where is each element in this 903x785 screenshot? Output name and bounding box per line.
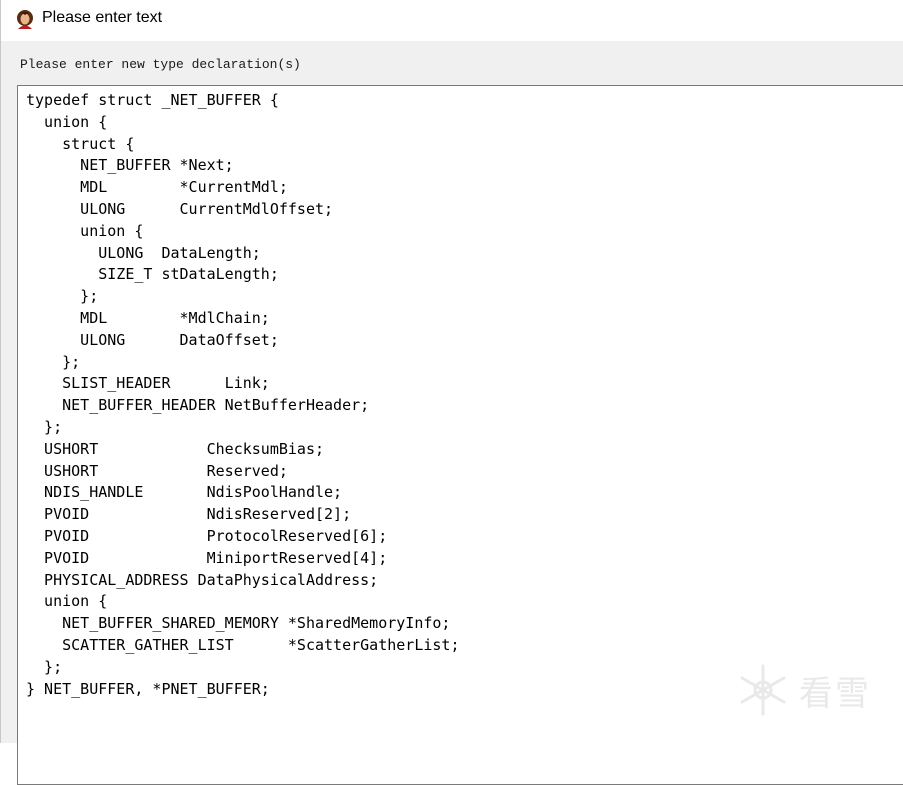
window-title: Please enter text	[42, 9, 163, 26]
code-line: SIZE_T stDataLength;	[26, 265, 279, 284]
code-line: PHYSICAL_ADDRESS DataPhysicalAddress;	[26, 570, 379, 589]
user-avatar-icon	[15, 9, 35, 29]
code-line: struct {	[26, 134, 135, 153]
title-bar[interactable]: Please enter text	[1, 0, 903, 40]
input-dialog-window: Please enter text Please enter new type …	[0, 0, 903, 785]
code-line: } NET_BUFFER, *PNET_BUFFER;	[26, 679, 270, 698]
code-line: MDL *MdlChain;	[26, 308, 270, 327]
prompt-label: Please enter new type declaration(s)	[20, 57, 301, 72]
code-line: };	[26, 657, 63, 676]
snowflake-logo-icon	[740, 664, 786, 716]
kanxue-watermark: 看雪	[733, 660, 893, 720]
code-line: typedef struct _NET_BUFFER {	[26, 91, 279, 109]
code-line: union {	[26, 592, 108, 611]
code-line: NET_BUFFER_HEADER NetBufferHeader;	[26, 396, 370, 415]
code-line: union {	[26, 112, 108, 131]
code-line: ULONG CurrentMdlOffset;	[26, 199, 334, 218]
code-line: USHORT ChecksumBias;	[26, 439, 325, 458]
code-line: NET_BUFFER_SHARED_MEMORY *SharedMemoryIn…	[26, 614, 451, 633]
code-line: ULONG DataLength;	[26, 243, 261, 262]
watermark-text: 看雪	[799, 674, 871, 714]
code-line: PVOID ProtocolReserved[6];	[26, 526, 388, 545]
code-line: NET_BUFFER *Next;	[26, 156, 234, 175]
code-line: PVOID NdisReserved[2];	[26, 505, 352, 524]
code-line: ULONG DataOffset;	[26, 330, 279, 349]
code-line: PVOID MiniportReserved[4];	[26, 548, 388, 567]
code-line: MDL *CurrentMdl;	[26, 178, 288, 197]
code-line: SLIST_HEADER Link;	[26, 374, 270, 393]
code-text: typedef struct _NET_BUFFER { union { str…	[26, 90, 459, 700]
code-line: SCATTER_GATHER_LIST *ScatterGatherList;	[26, 635, 460, 654]
code-line: };	[26, 417, 63, 436]
dialog-body: Please enter new type declaration(s) typ…	[1, 41, 903, 785]
code-line: NDIS_HANDLE NdisPoolHandle;	[26, 483, 343, 502]
code-line: union {	[26, 221, 144, 240]
code-line: };	[26, 352, 81, 371]
code-line: USHORT Reserved;	[26, 461, 288, 480]
code-line: };	[26, 287, 99, 306]
